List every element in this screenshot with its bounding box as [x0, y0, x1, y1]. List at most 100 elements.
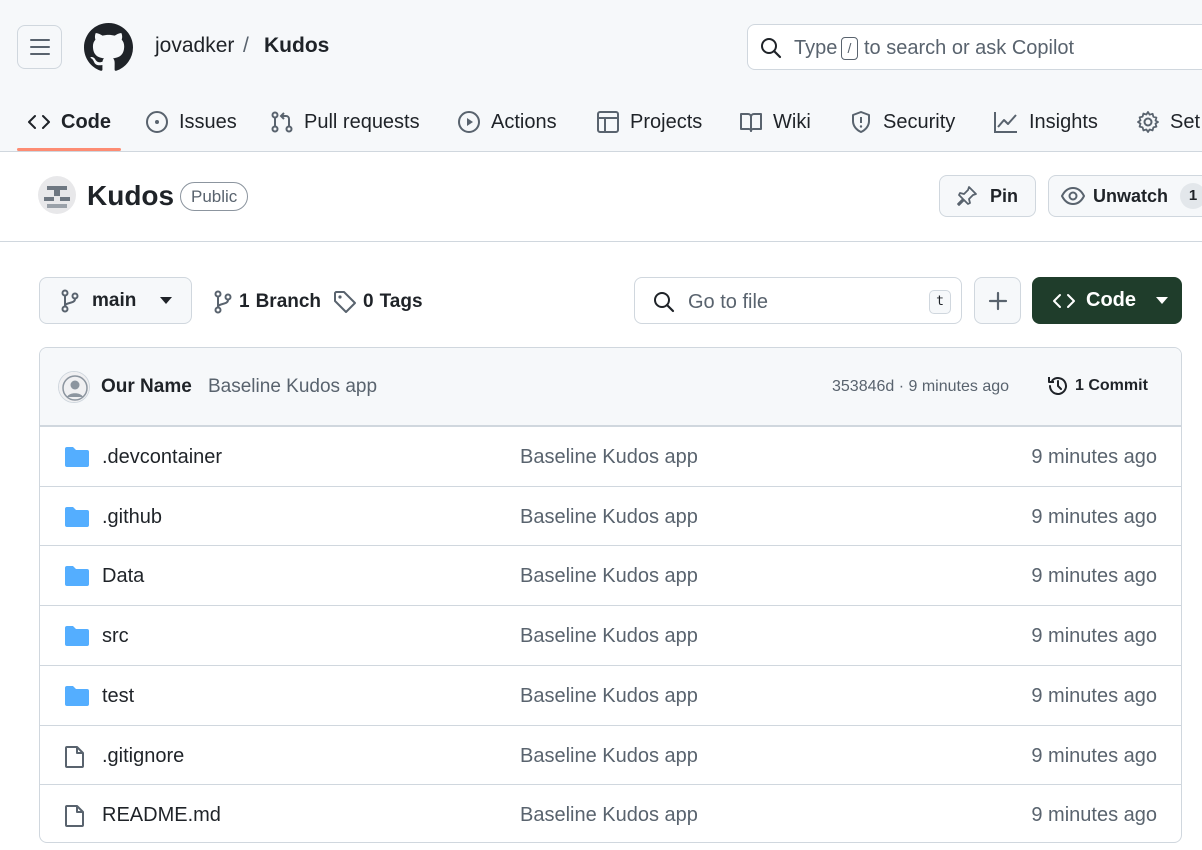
pin-button[interactable]: Pin	[939, 175, 1036, 217]
commit-hash-time[interactable]: 353846d · 9 minutes ago	[832, 378, 1009, 396]
github-logo-icon[interactable]	[84, 23, 133, 72]
repo-name[interactable]: Kudos	[87, 180, 174, 212]
tag-count: 0	[363, 291, 374, 312]
repo-owner-avatar	[38, 176, 76, 214]
table-row[interactable]: src Baseline Kudos app 9 minutes ago	[40, 605, 1181, 665]
file-name[interactable]: .gitignore	[102, 745, 184, 768]
tab-label: Insights	[1029, 110, 1098, 133]
file-name[interactable]: .devcontainer	[102, 446, 222, 469]
branch-count-label: Branch	[255, 291, 322, 312]
file-browser: Our Name Baseline Kudos app 353846d · 9 …	[39, 347, 1182, 843]
plus-icon	[988, 291, 1007, 310]
global-search-input[interactable]: Type / to search or ask Copilot	[747, 24, 1202, 70]
file-commit-age: 9 minutes ago	[1031, 625, 1157, 648]
tab-issues[interactable]: Issues	[145, 92, 237, 151]
search-suffix: to search or ask Copilot	[864, 37, 1075, 59]
search-shortcut-key: /	[841, 37, 858, 60]
code-icon	[1053, 293, 1075, 308]
file-commit-age: 9 minutes ago	[1031, 744, 1157, 767]
file-name[interactable]: test	[102, 685, 134, 708]
file-commit-message[interactable]: Baseline Kudos app	[520, 446, 698, 469]
file-name[interactable]: .github	[102, 506, 162, 529]
tab-actions[interactable]: Actions	[457, 92, 557, 151]
tab-wiki[interactable]: Wiki	[739, 92, 811, 151]
avatar[interactable]	[58, 371, 90, 403]
graph-icon	[994, 112, 1017, 133]
tab-settings[interactable]: Set	[1136, 92, 1200, 151]
tags-link[interactable]: 0 Tags	[333, 290, 423, 314]
tab-label: Actions	[491, 110, 557, 133]
global-header: jovadker / Kudos Type / to search or ask…	[0, 0, 1202, 152]
table-row[interactable]: test Baseline Kudos app 9 minutes ago	[40, 664, 1181, 725]
visibility-badge: Public	[180, 182, 249, 211]
branch-name: main	[92, 289, 137, 311]
unwatch-button[interactable]: Unwatch 1	[1048, 175, 1202, 217]
folder-icon	[64, 565, 90, 587]
folder-icon	[64, 625, 90, 647]
git-branch-icon	[214, 290, 232, 314]
pull-request-icon	[271, 111, 293, 133]
table-row[interactable]: .github Baseline Kudos app 9 minutes ago	[40, 485, 1181, 546]
tag-icon	[334, 291, 356, 313]
go-to-file-shortcut: t	[929, 290, 951, 314]
tag-count-label: Tags	[379, 291, 423, 312]
folder-icon	[64, 446, 90, 468]
file-commit-message[interactable]: Baseline Kudos app	[520, 506, 698, 529]
commit-author[interactable]: Our Name	[101, 376, 192, 398]
table-row[interactable]: README.md Baseline Kudos app 9 minutes ago	[40, 784, 1181, 842]
file-commit-age: 9 minutes ago	[1031, 804, 1157, 827]
shield-icon	[852, 111, 870, 133]
commit-count-label: 1 Commit	[1075, 377, 1148, 394]
file-commit-message[interactable]: Baseline Kudos app	[520, 565, 698, 588]
caret-down-icon	[160, 296, 173, 304]
code-icon	[28, 115, 50, 129]
file-name[interactable]: Data	[102, 565, 144, 588]
code-button-label: Code	[1086, 289, 1136, 311]
branch-selector[interactable]: main	[39, 277, 192, 324]
file-name[interactable]: README.md	[102, 804, 221, 827]
file-name[interactable]: src	[102, 625, 129, 648]
breadcrumb-repo[interactable]: Kudos	[264, 34, 329, 58]
table-row[interactable]: .gitignore Baseline Kudos app 9 minutes ag…	[40, 724, 1181, 785]
history-icon	[1048, 377, 1067, 395]
repo-nav-tabs: Code Issues Pull requests Actions Projec…	[0, 92, 1202, 151]
pin-icon	[957, 186, 977, 206]
menu-button[interactable]	[17, 25, 62, 69]
tab-code[interactable]: Code	[27, 92, 111, 151]
tab-pull-requests[interactable]: Pull requests	[270, 92, 420, 151]
add-file-button[interactable]	[974, 277, 1021, 324]
tab-insights[interactable]: Insights	[993, 92, 1098, 151]
watch-count: 1	[1180, 183, 1202, 209]
tab-label: Code	[61, 110, 111, 133]
folder-icon	[64, 685, 90, 707]
file-commit-age: 9 minutes ago	[1031, 565, 1157, 588]
file-commit-age: 9 minutes ago	[1031, 684, 1157, 707]
code-dropdown-button[interactable]: Code	[1032, 277, 1182, 324]
book-icon	[740, 113, 762, 132]
caret-down-icon	[1156, 296, 1168, 304]
tab-label: Wiki	[773, 110, 811, 133]
table-icon	[597, 111, 619, 133]
git-branch-icon	[61, 289, 79, 312]
file-commit-message[interactable]: Baseline Kudos app	[520, 745, 698, 768]
file-commit-message[interactable]: Baseline Kudos app	[520, 625, 698, 648]
file-commit-age: 9 minutes ago	[1031, 446, 1157, 468]
tab-security[interactable]: Security	[849, 92, 955, 151]
file-commit-message[interactable]: Baseline Kudos app	[520, 685, 698, 708]
table-row[interactable]: Data Baseline Kudos app 9 minutes ago	[40, 545, 1181, 605]
unwatch-label: Unwatch	[1093, 185, 1169, 206]
tab-projects[interactable]: Projects	[596, 92, 703, 151]
file-icon	[64, 804, 86, 828]
commit-message[interactable]: Baseline Kudos app	[208, 376, 377, 398]
commit-history-link[interactable]: 1 Commit	[1046, 374, 1148, 398]
tab-label: Pull requests	[304, 110, 420, 133]
file-commit-message[interactable]: Baseline Kudos app	[520, 804, 698, 827]
go-to-file-placeholder: Go to file	[688, 291, 769, 313]
breadcrumb-owner[interactable]: jovadker	[155, 34, 234, 58]
search-prefix: Type	[794, 37, 838, 59]
go-to-file-input[interactable]: Go to file t	[634, 277, 962, 324]
tab-label: Projects	[630, 110, 703, 133]
repo-title-bar: Kudos Public Pin Unwatch 1	[0, 152, 1202, 242]
table-row[interactable]: .devcontainer Baseline Kudos app 9 minutes…	[40, 426, 1181, 486]
branches-link[interactable]: 1 Branch	[213, 290, 321, 314]
